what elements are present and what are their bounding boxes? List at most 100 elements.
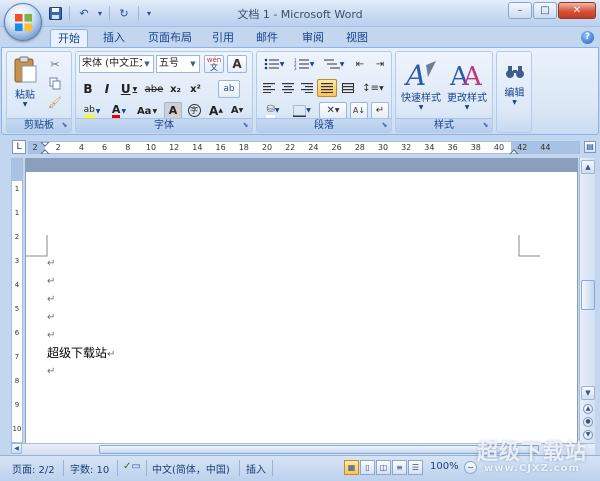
margin-corner-mark [518,235,540,257]
ribbon: 粘贴 ▼ ✂ 🖌 剪贴板 ⬊ 宋体 (中文正文) ▼ 五号 ▼ wén 文 A [1,47,599,135]
help-icon[interactable]: ? [581,31,594,44]
print-layout-view-button[interactable]: ▦ [344,460,359,475]
document-page[interactable]: ↵ ↵ ↵ ↵ ↵ 超级下载站↵ ↵ [26,172,577,443]
title-bar: ↶ ▾ ↻ ▾ 文档 1 - Microsoft Word – □ ✕ [0,0,600,27]
ruler-tick-label: 12 [169,143,180,152]
show-marks-button[interactable]: ↵ [371,102,389,119]
select-browse-object-button[interactable]: ● [583,417,593,427]
tab-selector[interactable]: L [12,140,26,154]
font-launcher[interactable]: ⬊ [241,121,250,130]
font-color-button[interactable]: A ▼ [107,103,131,119]
highlight-button[interactable]: ab ▼ [79,103,105,119]
document-area[interactable]: ↵ ↵ ↵ ↵ ↵ 超级下载站↵ ↵ [25,158,578,443]
distribute-icon [342,83,354,93]
tab-references[interactable]: 引用 [206,29,240,47]
font-name-combo[interactable]: 宋体 (中文正文) ▼ [79,55,154,73]
font-size-combo[interactable]: 五号 ▼ [156,55,200,73]
vertical-ruler-tick-label: 8 [14,377,20,385]
language-indicator[interactable]: 中文(简体，中国) [152,461,230,476]
tab-mailings[interactable]: 邮件 [250,29,284,47]
previous-page-button[interactable]: ▲ [583,404,593,414]
bullets-button[interactable]: ▼ [260,55,288,73]
insert-mode-indicator[interactable]: 插入 [246,461,266,476]
view-ruler-button[interactable]: ▤ [584,141,596,153]
cut-button[interactable]: ✂ [45,55,65,73]
superscript-icon: x² [190,83,201,95]
align-left-button[interactable] [260,79,278,97]
enclose-char-button[interactable]: ab [218,80,240,98]
proofing-indicator[interactable]: ✓▭ [123,461,141,472]
paste-button[interactable]: 粘贴 ▼ [10,54,40,110]
horizontal-ruler[interactable]: 2 2 4 6 8 10 12 14 16 18 20 22 24 26 28 30 32 34 36 38 40 42 4… [28,141,580,154]
paragraph-mark: ↵ [47,294,56,305]
line-spacing-button[interactable]: ↕≡ ▼ [360,79,386,97]
subscript-button[interactable]: x₂ [166,80,185,98]
multilevel-list-button[interactable]: ▼ [320,55,348,73]
italic-button[interactable]: I [98,80,116,98]
underline-button[interactable]: U ▼ [117,80,141,98]
tab-home[interactable]: 开始 [50,29,88,47]
copy-button[interactable] [45,74,65,92]
maximize-button[interactable]: □ [533,2,557,19]
numbering-button[interactable]: 1 2 3 ▼ [290,55,318,73]
borders-button[interactable]: ▼ [288,102,316,119]
web-layout-view-button[interactable]: ◫ [376,460,391,475]
scroll-down-button[interactable]: ▼ [581,386,595,400]
sort-button[interactable]: A↓ [350,102,368,119]
styles-launcher[interactable]: ⬊ [481,121,490,130]
vertical-scrollbar[interactable]: ▲ ▼ ▲ ● ▼ [579,158,595,443]
draft-view-button[interactable]: ☰ [408,460,423,475]
justify-button[interactable] [317,79,337,97]
shrink-font-button[interactable]: A ▼ [228,102,246,119]
zoom-level[interactable]: 100% [430,461,459,472]
bold-button[interactable]: B [79,80,97,98]
align-right-button[interactable] [298,79,316,97]
close-button[interactable]: ✕ [558,2,596,19]
clear-format-button[interactable]: A [227,55,247,73]
tab-page-layout[interactable]: 页面布局 [140,29,200,47]
editing-button[interactable]: 编辑 ▼ [499,54,530,116]
minimize-button[interactable]: – [508,2,532,19]
change-case-button[interactable]: Aa ▼ [134,103,160,119]
vertical-scroll-thumb[interactable] [581,280,595,310]
align-left-icon [263,83,275,93]
full-screen-reading-button[interactable]: ▯ [360,460,375,475]
paragraph-launcher[interactable]: ⬊ [380,121,389,130]
vertical-ruler[interactable]: 1 1 2 3 4 5 6 7 8 9 10 [11,158,23,443]
office-button[interactable] [4,3,42,41]
phonetic-guide-button[interactable]: wén 文 [204,55,224,73]
tab-view[interactable]: 视图 [340,29,374,47]
superscript-button[interactable]: x² [186,80,205,98]
grow-font-button[interactable]: A ▲ [207,102,225,119]
format-painter-button[interactable]: 🖌 [45,93,65,111]
increase-indent-button[interactable]: ⇥ [371,55,389,73]
shading-button[interactable]: ⛁ ▼ [260,102,286,119]
scroll-up-button[interactable]: ▲ [581,160,595,174]
decrease-indent-button[interactable]: ⇤ [351,55,369,73]
window-controls: – □ ✕ [508,2,596,19]
indent-marker-icon[interactable] [40,142,50,154]
change-styles-label: 更改样式 [447,93,487,104]
outline-view-button[interactable]: ≡ [392,460,407,475]
page-count-indicator[interactable]: 页面: 2/2 [12,461,55,476]
watermark-url: www.CJXZ.com [484,463,580,474]
change-case-icon: Aa [136,105,152,117]
align-center-button[interactable] [279,79,297,97]
distributed-button[interactable] [339,79,357,97]
word-count-indicator[interactable]: 字数: 10 [70,461,109,476]
status-separator [146,460,147,476]
clipboard-launcher[interactable]: ⬊ [60,121,69,130]
vertical-ruler-tick-label: 1 [14,209,20,217]
change-styles-button[interactable]: A A 更改样式 ▼ [444,54,490,116]
enclose-characters-button[interactable]: 字 [185,102,203,119]
tab-insert[interactable]: 插入 [96,29,132,47]
quick-styles-button[interactable]: A 快速样式 ▼ [398,54,444,116]
indent-icon: ⇥ [375,58,385,70]
vertical-ruler-tick-label: 6 [14,329,20,337]
chinese-layout-button[interactable]: ✕ ▼ [319,102,347,119]
tab-review[interactable]: 审阅 [296,29,330,47]
document-text[interactable]: 超级下载站↵ [47,344,115,361]
strikethrough-button[interactable]: abe [143,80,165,98]
scroll-left-button[interactable]: ◀ [11,443,22,454]
char-shading-button[interactable]: A [164,102,182,119]
